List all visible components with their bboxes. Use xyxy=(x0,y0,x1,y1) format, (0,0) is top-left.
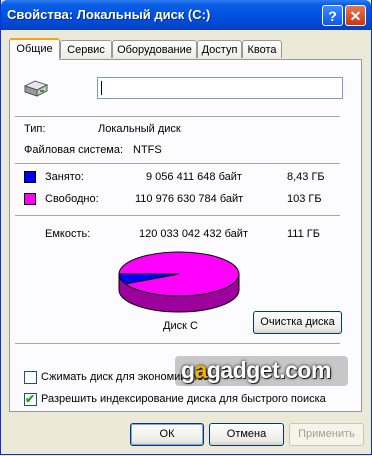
used-size: 8,43 ГБ xyxy=(287,171,325,183)
tab-sharing[interactable]: Доступ xyxy=(197,40,242,58)
disk-cleanup-button[interactable]: Очистка диска xyxy=(253,311,342,334)
help-icon: ? xyxy=(328,8,337,24)
title-bar[interactable]: Свойства: Локальный диск (C:) ? ✕ xyxy=(1,0,371,30)
index-label[interactable]: Разрешить индексирование диска для быстр… xyxy=(41,393,326,405)
capacity-label: Емкость: xyxy=(45,228,91,240)
close-icon: ✕ xyxy=(349,8,362,24)
apply-button[interactable]: Применить xyxy=(289,423,364,446)
divider xyxy=(15,215,340,216)
tab-quota[interactable]: Квота xyxy=(242,40,282,58)
text-caret xyxy=(101,81,102,95)
checkmark-icon: ✔ xyxy=(25,392,36,406)
index-checkbox[interactable]: ✔ xyxy=(24,392,37,406)
free-color-swatch xyxy=(24,193,36,205)
cancel-button[interactable]: Отмена xyxy=(209,423,284,446)
divider xyxy=(15,116,340,117)
divider xyxy=(15,343,340,344)
window-title: Свойства: Локальный диск (C:) xyxy=(7,7,211,22)
free-size: 103 ГБ xyxy=(287,193,322,205)
disk-label: Диск C xyxy=(163,320,198,332)
properties-window: Свойства: Локальный диск (C:) ? ✕ Общие … xyxy=(0,0,372,455)
watermark-logo: gagadget.com xyxy=(175,356,348,386)
hard-drive-icon xyxy=(23,80,49,97)
type-value: Локальный диск xyxy=(98,123,181,135)
pie-slice-free xyxy=(118,251,240,297)
free-bytes: 110 976 630 784 байт xyxy=(135,193,244,205)
drive-name-input[interactable] xyxy=(97,77,343,99)
capacity-size: 111 ГБ xyxy=(287,228,320,240)
close-button[interactable]: ✕ xyxy=(345,5,366,26)
free-label: Свободно: xyxy=(45,193,99,205)
type-label: Тип: xyxy=(24,123,46,135)
filesystem-label: Файловая система: xyxy=(24,144,124,156)
used-bytes: 9 056 411 648 байт xyxy=(146,171,242,183)
tab-service[interactable]: Сервис xyxy=(60,40,112,58)
divider xyxy=(15,163,340,164)
capacity-bytes: 120 033 042 432 байт xyxy=(139,228,248,240)
compress-checkbox[interactable] xyxy=(24,371,37,384)
tab-hardware[interactable]: Оборудование xyxy=(112,40,197,58)
tab-general[interactable]: Общие xyxy=(9,38,60,60)
help-button[interactable]: ? xyxy=(322,5,343,26)
used-label: Занято: xyxy=(45,171,84,183)
disk-usage-pie-chart xyxy=(118,251,240,313)
ok-button[interactable]: ОК xyxy=(130,423,204,446)
used-color-swatch xyxy=(24,171,36,183)
filesystem-value: NTFS xyxy=(133,144,162,156)
